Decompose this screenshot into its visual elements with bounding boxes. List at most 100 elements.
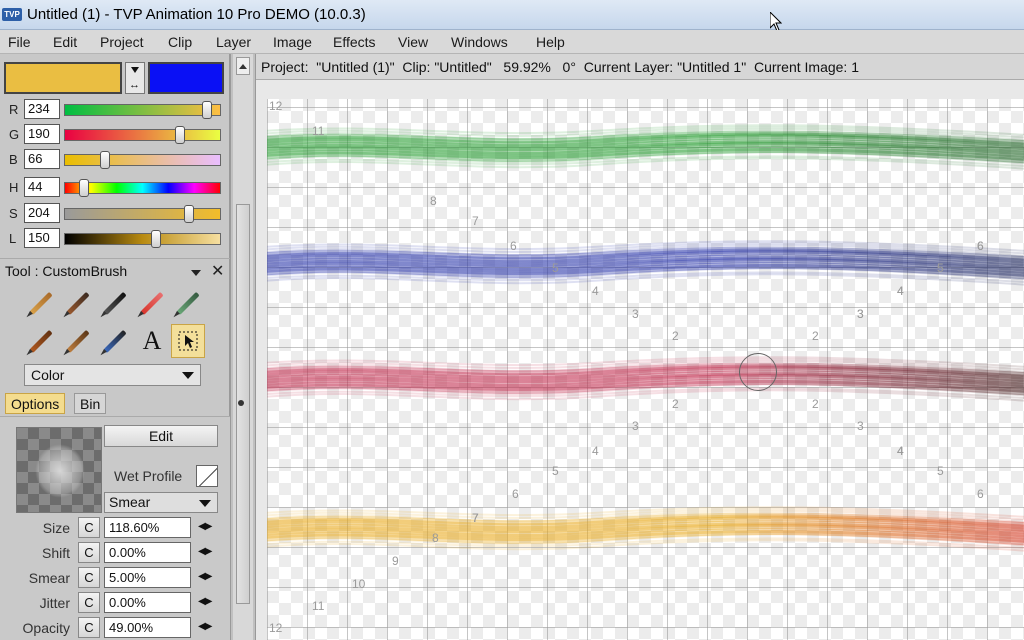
menu-effects[interactable]: Effects — [333, 34, 376, 50]
slider-track[interactable] — [64, 205, 221, 223]
airbrush-tool-icon[interactable] — [98, 286, 132, 320]
param-value-input[interactable]: 118.60% — [104, 517, 191, 538]
menu-bar: File Edit Project Clip Layer Image Effec… — [0, 30, 1024, 54]
menu-image[interactable]: Image — [273, 34, 312, 50]
slider-s: S 204 — [0, 203, 230, 225]
onion-skin-number: 4 — [897, 444, 904, 458]
tool-panel-header: Tool : CustomBrush ✕ — [0, 258, 230, 282]
title-bar: TVP Untitled (1) - TVP Animation 10 Pro … — [0, 0, 1024, 32]
canvas-area[interactable]: 12 11 8 7 6 5 4 3 2 2 6 5 4 3 2 2 3 4 5 6 7 4 3 4 5 6 7 8 9 10 11 12 6 5 4… — [256, 80, 1024, 640]
splitter-grip-icon[interactable] — [238, 400, 244, 406]
close-icon[interactable]: ✕ — [211, 261, 224, 281]
slider-track[interactable] — [64, 230, 221, 248]
onion-skin-number: 6 — [512, 487, 519, 501]
secondary-color-swatch[interactable] — [148, 62, 224, 94]
onion-skin-number: 6 — [977, 487, 984, 501]
primary-color-swatch[interactable] — [4, 62, 122, 94]
slider-thumb[interactable] — [78, 179, 89, 197]
constraint-button[interactable]: C — [78, 617, 100, 638]
slider-thumb[interactable] — [100, 151, 111, 169]
eraser-pen-tool-icon[interactable] — [135, 286, 169, 320]
chevron-down-icon[interactable] — [191, 270, 201, 276]
slider-l: L 150 — [0, 228, 230, 250]
slider-track[interactable] — [64, 179, 221, 197]
blend-mode-value: Smear — [109, 494, 151, 510]
slider-thumb[interactable] — [151, 230, 162, 248]
slider-thumb[interactable] — [184, 205, 194, 223]
paint-brush-tool-icon[interactable] — [24, 324, 58, 358]
edit-brush-button[interactable]: Edit — [104, 425, 218, 447]
onion-skin-number: 4 — [592, 444, 599, 458]
blend-mode-select[interactable]: Smear — [104, 492, 218, 513]
slider-value-input[interactable]: 66 — [24, 149, 60, 169]
constraint-button[interactable]: C — [78, 592, 100, 613]
brush-preview[interactable] — [16, 427, 102, 513]
onion-skin-number: 3 — [632, 307, 639, 321]
slider-label: B — [9, 152, 18, 167]
onion-skin-number: 12 — [269, 99, 283, 113]
slider-value-input[interactable]: 234 — [24, 99, 60, 119]
onion-skin-number: 2 — [672, 329, 679, 343]
menu-file[interactable]: File — [8, 34, 31, 50]
param-value-input[interactable]: 0.00% — [104, 542, 191, 563]
mouse-cursor-icon — [770, 12, 782, 32]
brush-cursor-circle — [739, 353, 777, 391]
menu-clip[interactable]: Clip — [168, 34, 192, 50]
menu-view[interactable]: View — [398, 34, 428, 50]
tool-panel-title: Tool : CustomBrush — [5, 263, 128, 279]
menu-help[interactable]: Help — [536, 34, 565, 50]
onion-skin-number: 2 — [672, 397, 679, 411]
constraint-button[interactable]: C — [78, 542, 100, 563]
slider-track[interactable] — [64, 126, 221, 144]
param-value-input[interactable]: 0.00% — [104, 592, 191, 613]
slider-g: G 190 — [0, 124, 230, 146]
tab-options[interactable]: Options — [5, 393, 66, 414]
stepper-arrows-icon[interactable]: ◀▶ — [198, 620, 212, 634]
tab-bin[interactable]: Bin — [74, 393, 107, 414]
color-swap-button[interactable]: ↔ — [125, 62, 145, 94]
onion-skin-number: 3 — [857, 307, 864, 321]
constraint-button[interactable]: C — [78, 517, 100, 538]
custom-brush-select-tool-icon[interactable] — [171, 324, 205, 358]
stepper-arrows-icon[interactable]: ◀▶ — [198, 570, 212, 584]
menu-edit[interactable]: Edit — [53, 34, 77, 50]
onion-skin-number: 5 — [552, 261, 559, 275]
drawing-canvas[interactable]: 12 11 8 7 6 5 4 3 2 2 6 5 4 3 2 2 3 4 5 6 7 4 3 4 5 6 7 8 9 10 11 12 6 5 4… — [267, 99, 1024, 640]
onion-skin-number: 3 — [857, 419, 864, 433]
menu-windows[interactable]: Windows — [451, 34, 508, 50]
wet-profile-curve[interactable] — [196, 465, 218, 487]
slider-thumb[interactable] — [202, 101, 213, 119]
scroll-up-icon[interactable] — [236, 57, 250, 75]
text-tool-icon[interactable]: A — [135, 324, 169, 358]
onion-skin-number: 8 — [432, 531, 439, 545]
param-label: Smear — [28, 570, 70, 586]
slider-value-input[interactable]: 150 — [24, 228, 60, 248]
slider-track[interactable] — [64, 151, 221, 169]
slider-value-input[interactable]: 204 — [24, 203, 60, 223]
onion-skin-number: 2 — [812, 329, 819, 343]
pencil-tool-icon[interactable] — [24, 286, 58, 320]
stepper-arrows-icon[interactable]: ◀▶ — [198, 520, 212, 534]
left-panel-scrollbar[interactable] — [233, 54, 253, 640]
ink-pen-tool-icon[interactable] — [61, 286, 95, 320]
constraint-button[interactable]: C — [78, 567, 100, 588]
slider-value-input[interactable]: 190 — [24, 124, 60, 144]
onion-skin-number: 6 — [510, 239, 517, 253]
flat-brush-tool-icon[interactable] — [61, 324, 95, 358]
menu-layer[interactable]: Layer — [216, 34, 251, 50]
options-pane: Edit Wet Profile Smear Size C 118.60% ◀▶… — [0, 416, 230, 640]
menu-project[interactable]: Project — [100, 34, 144, 50]
brush-mode-select[interactable]: Color — [24, 364, 201, 386]
param-value-input[interactable]: 49.00% — [104, 617, 191, 638]
param-value-input[interactable]: 5.00% — [104, 567, 191, 588]
chalk-tool-icon[interactable] — [171, 286, 205, 320]
stepper-arrows-icon[interactable]: ◀▶ — [198, 595, 212, 609]
chevron-down-icon — [182, 372, 194, 379]
stepper-arrows-icon[interactable]: ◀▶ — [198, 545, 212, 559]
slider-value-input[interactable]: 44 — [24, 177, 60, 197]
onion-skin-number: 5 — [937, 464, 944, 478]
param-label: Opacity — [22, 620, 70, 636]
slider-track[interactable] — [64, 101, 221, 119]
slider-thumb[interactable] — [175, 126, 186, 144]
knife-brush-tool-icon[interactable] — [98, 324, 132, 358]
